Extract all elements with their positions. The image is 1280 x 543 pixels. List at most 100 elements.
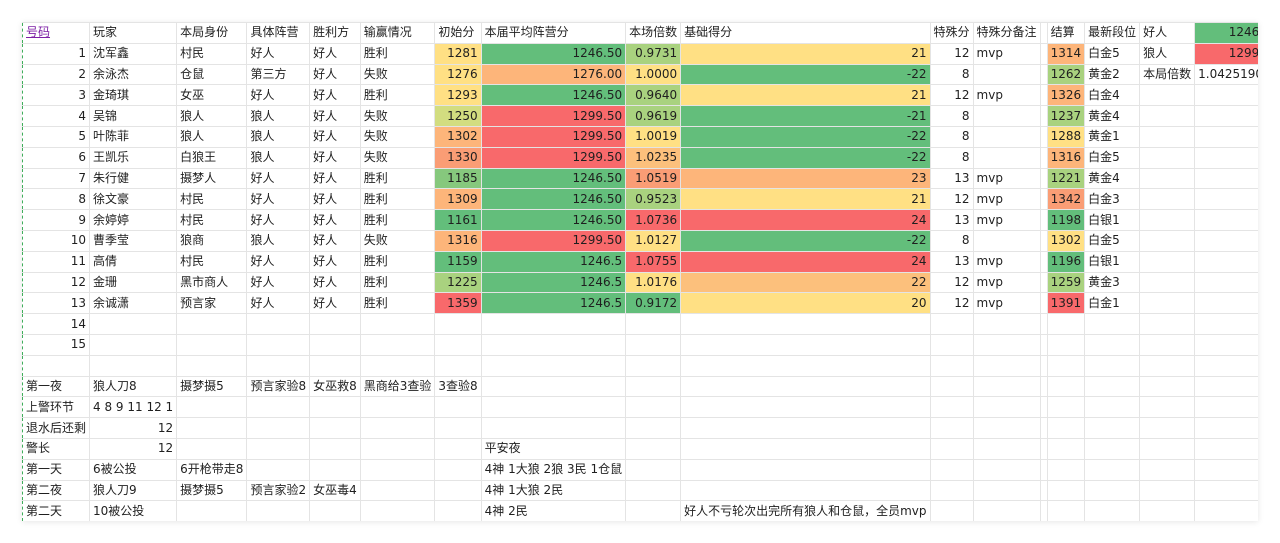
cell-note[interactable]: mvp: [972, 209, 1041, 231]
log-row[interactable]: 第二天 10被公投 4神 2民 好人不亏轮次出完所有狼人和仓鼠，全员mvp: [22, 500, 1258, 521]
cell-winner[interactable]: 好人: [309, 167, 361, 190]
cell-special[interactable]: 12: [929, 42, 974, 65]
cell-empty[interactable]: [480, 375, 627, 398]
player-row[interactable]: 4 吴锦 狼人 狼人 好人 失败 1250 1299.50 0.9619 -21 8 1237 黄金4: [22, 105, 1258, 127]
cell-empty[interactable]: [972, 333, 1041, 356]
cell-special[interactable]: 13: [929, 167, 974, 190]
cell-empty[interactable]: [1194, 105, 1258, 127]
cell-empty[interactable]: [1194, 396, 1258, 419]
cell-empty[interactable]: [309, 437, 361, 460]
cell-role[interactable]: 狼人: [176, 125, 248, 148]
cell-empty[interactable]: [434, 396, 482, 419]
cell-empty[interactable]: [22, 354, 91, 377]
cell-settle[interactable]: 1259: [1046, 271, 1086, 294]
cell-empty[interactable]: [929, 500, 974, 521]
cell-empty[interactable]: [1084, 375, 1141, 398]
cell-role[interactable]: 白狼王: [176, 146, 248, 169]
cell-spacer[interactable]: [1039, 167, 1048, 190]
cell-rank[interactable]: 黄金3: [1084, 271, 1141, 294]
cell-spacer[interactable]: [1039, 229, 1048, 252]
cell-empty[interactable]: [625, 417, 682, 439]
cell-settle[interactable]: 1391: [1046, 292, 1086, 315]
log-row[interactable]: 退水后还剩 12: [22, 417, 1258, 439]
data-grid[interactable]: 号码 玩家 本局身份 具体阵营 胜利方 输赢情况 初始分 本届平均阵营分 本场倍数 基础得分 特殊分…: [22, 22, 1258, 521]
cell-empty[interactable]: [359, 333, 436, 356]
cell-empty[interactable]: [1194, 250, 1258, 273]
cell-role[interactable]: 村民: [176, 42, 248, 65]
cell-rank[interactable]: 白金5: [1084, 229, 1141, 252]
cell-empty[interactable]: [309, 417, 361, 439]
cell-name[interactable]: 徐文豪: [89, 188, 178, 211]
cell-result[interactable]: 失败: [359, 229, 436, 252]
cell-empty[interactable]: [434, 333, 482, 356]
log-cell[interactable]: 3查验8: [434, 375, 482, 398]
cell-base[interactable]: 21: [680, 188, 931, 211]
cell-empty[interactable]: [246, 313, 311, 335]
cell-empty[interactable]: [680, 437, 931, 460]
cell-camp[interactable]: 狼人: [246, 146, 311, 169]
player-row[interactable]: 5 叶陈菲 狼人 狼人 好人 失败 1302 1299.50 1.0019 -22 8 1288 黄金1: [22, 125, 1258, 148]
cell-empty[interactable]: [176, 500, 248, 521]
cell-winner[interactable]: 好人: [309, 125, 361, 148]
cell-spacer[interactable]: [1039, 146, 1048, 169]
cell-empty[interactable]: [89, 313, 178, 335]
cell-empty[interactable]: [929, 333, 974, 356]
cell-empty[interactable]: [1039, 458, 1048, 481]
cell-empty[interactable]: [309, 313, 361, 335]
cell-empty[interactable]: [1039, 375, 1048, 398]
cell-result[interactable]: 胜利: [359, 271, 436, 294]
log-cell[interactable]: 警长: [22, 437, 91, 460]
cell-init[interactable]: 1281: [434, 42, 482, 65]
cell-empty[interactable]: [309, 500, 361, 521]
cell-empty[interactable]: [246, 333, 311, 356]
cell-empty[interactable]: [246, 396, 311, 419]
cell-no[interactable]: 14: [22, 313, 91, 335]
cell-empty[interactable]: [972, 417, 1041, 439]
cell-empty[interactable]: [1194, 167, 1258, 190]
cell-init[interactable]: 1293: [434, 84, 482, 107]
cell-winner[interactable]: 好人: [309, 229, 361, 252]
log-cell[interactable]: 10被公投: [89, 500, 178, 521]
cell-settle[interactable]: 1237: [1046, 105, 1086, 127]
cell-camp[interactable]: 好人: [246, 250, 311, 273]
cell-empty[interactable]: [176, 333, 248, 356]
blank-row[interactable]: [22, 354, 1258, 377]
cell-empty[interactable]: [176, 417, 248, 439]
cell-empty[interactable]: [480, 333, 627, 356]
cell-settle[interactable]: 1342: [1046, 188, 1086, 211]
cell-spacer[interactable]: [1039, 63, 1048, 86]
cell-empty[interactable]: [1046, 500, 1086, 521]
cell-spacer[interactable]: [1039, 209, 1048, 231]
cell-init[interactable]: 1250: [434, 105, 482, 127]
cell-empty[interactable]: [1194, 333, 1258, 356]
cell-empty[interactable]: [246, 500, 311, 521]
cell-empty[interactable]: [1194, 209, 1258, 231]
cell-empty[interactable]: [309, 458, 361, 481]
header-cell[interactable]: 具体阵营: [246, 22, 311, 44]
cell-empty[interactable]: [680, 354, 931, 377]
cell-special[interactable]: 8: [929, 229, 974, 252]
cell-mult[interactable]: 0.9731: [625, 42, 682, 65]
log-cell[interactable]: 第二夜: [22, 479, 91, 502]
header-cell[interactable]: 最新段位: [1084, 22, 1141, 44]
cell-note[interactable]: mvp: [972, 167, 1041, 190]
log-row[interactable]: 第二夜 狼人刀9 摄梦摄5 预言家验2 女巫毒4 4神 1大狼 2民: [22, 479, 1258, 502]
cell-spacer[interactable]: [1039, 271, 1048, 294]
header-cell[interactable]: [1039, 22, 1048, 44]
cell-init[interactable]: 1276: [434, 63, 482, 86]
cell-empty[interactable]: [625, 458, 682, 481]
cell-empty[interactable]: [1194, 500, 1258, 521]
cell-result[interactable]: 胜利: [359, 42, 436, 65]
cell-winner[interactable]: 好人: [309, 292, 361, 315]
cell-empty[interactable]: [480, 313, 627, 335]
cell-name[interactable]: 沈军鑫: [89, 42, 178, 65]
cell-no[interactable]: 15: [22, 333, 91, 356]
cell-empty[interactable]: [1039, 333, 1048, 356]
cell-mult[interactable]: 1.0176: [625, 271, 682, 294]
player-row[interactable]: 2 余泳杰 仓鼠 第三方 好人 失败 1276 1276.00 1.0000 -22 8 1262 黄金…: [22, 63, 1258, 86]
cell-winner[interactable]: 好人: [309, 209, 361, 231]
cell-empty[interactable]: [1139, 146, 1196, 169]
cell-init[interactable]: 1225: [434, 271, 482, 294]
cell-empty[interactable]: [929, 354, 974, 377]
cell-settle[interactable]: 1198: [1046, 209, 1086, 231]
